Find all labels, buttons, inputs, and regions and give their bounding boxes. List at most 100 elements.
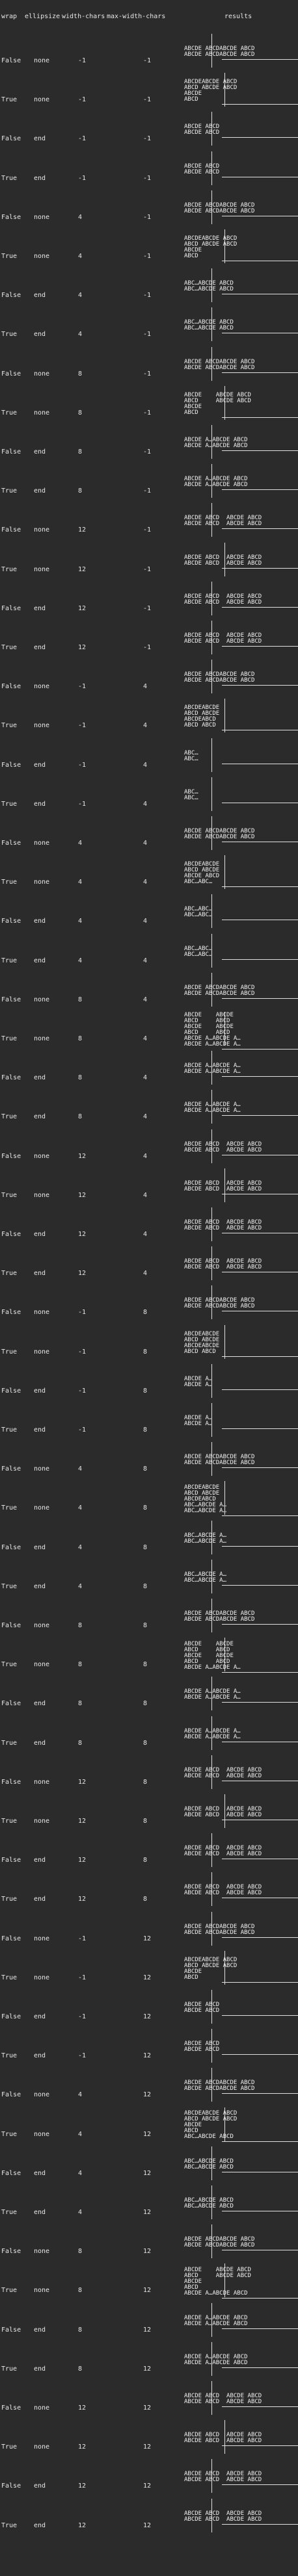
table-row: True end 12 12 ABCDE ABCD ABCDE ABCD ABCDE AB… — [0, 2497, 298, 2536]
width-guide-line — [224, 542, 225, 576]
width-guide-line — [224, 855, 225, 890]
wrap-cell: False — [1, 840, 21, 847]
width-chars-cell: 4 — [78, 1582, 83, 1590]
baseline-guide-line — [222, 646, 298, 647]
result-line: ABCD ABCD — [184, 722, 216, 729]
max-width-chars-cell: 8 — [143, 1387, 148, 1395]
baseline-guide-line — [222, 2015, 298, 2016]
result-line: ABCDE ABCD — [184, 2007, 220, 2014]
width-chars-cell: 12 — [78, 1270, 87, 1278]
result-sample: ABCDE ABCD ABCDE ABCD ABCDE ABCD ABCDE AB… — [184, 1167, 298, 1206]
result-line: ABC…ABCDE ABCD — [184, 325, 234, 332]
width-guide-line — [211, 268, 212, 303]
result-line: ABCDE ABCD ABCDE ABCD — [184, 1851, 262, 1858]
max-width-chars-cell: 12 — [143, 2091, 152, 2099]
baseline-guide-line — [222, 1389, 298, 1390]
width-chars-cell: 12 — [78, 1778, 87, 1786]
width-guide-line — [224, 2263, 225, 2298]
result-sample: ABC…ABC… ABC…ABC… — [184, 933, 298, 972]
max-width-chars-cell: -1 — [143, 487, 152, 495]
ellipsize-cell: none — [34, 370, 50, 378]
width-guide-line — [211, 1051, 212, 1085]
max-width-chars-cell: 4 — [143, 1231, 148, 1238]
wrap-cell: False — [1, 761, 21, 769]
max-width-chars-cell: -1 — [143, 174, 152, 182]
baseline-guide-line — [222, 1584, 298, 1586]
width-chars-cell: -1 — [78, 1974, 87, 1981]
ellipsize-cell: end — [34, 1113, 46, 1121]
wrap-cell: True — [1, 1270, 18, 1278]
wrap-cell: True — [1, 2521, 18, 2529]
table-row: True end -1 12 ABCDE ABCD ABCDE ABCD — [0, 2028, 298, 2067]
width-guide-line — [224, 2107, 225, 2141]
width-chars-cell: 8 — [78, 1622, 83, 1629]
result-line: ABCDE A…ABCDE ABCD — [184, 482, 248, 489]
wrap-cell: False — [1, 2248, 21, 2256]
max-width-chars-cell: 8 — [143, 1739, 148, 1747]
baseline-guide-line — [222, 1076, 298, 1077]
width-guide-line — [211, 2068, 212, 2102]
max-width-chars-cell: -1 — [143, 292, 152, 300]
width-chars-cell: 8 — [78, 2365, 83, 2373]
width-guide-line — [211, 972, 212, 1007]
result-sample: ABCDE ABCDE ABCD ABCD ABCDE ABCDE ABCD ABCD… — [184, 1636, 298, 1675]
max-width-chars-cell: 4 — [143, 1113, 148, 1121]
table-row: False none 4 -1 ABCDE ABCDABCDE ABCD ABCDE AB… — [0, 189, 298, 228]
width-guide-line — [224, 1481, 225, 1515]
result-sample: ABC…ABC… ABC…ABC… — [184, 893, 298, 932]
width-chars-cell: 12 — [78, 1231, 87, 1238]
result-sample: ABCDEABCDE ABCD ABCDE ABCDEABCDE ABCD ABCD — [184, 1324, 298, 1363]
width-chars-cell: 4 — [78, 2091, 83, 2099]
width-guide-line — [211, 1363, 212, 1398]
result-line: ABCDE A…ABCDE ABCD — [184, 2320, 248, 2327]
max-width-chars-cell: -1 — [143, 370, 152, 378]
baseline-guide-line — [222, 1545, 298, 1547]
width-guide-line — [211, 151, 212, 185]
result-line: ABCDE ABCD ABCDE ABCD — [184, 2438, 262, 2445]
width-chars-cell: 8 — [78, 1113, 83, 1121]
header-max-width-chars: max-width-chars — [107, 13, 166, 20]
wrap-cell: True — [1, 2287, 18, 2295]
table-row: True end 8 12 ABCDE A…ABCDE ABCD ABCDE A…ABCD… — [0, 2341, 298, 2380]
max-width-chars-cell: 12 — [143, 2365, 152, 2373]
baseline-guide-line — [222, 685, 298, 686]
result-sample: ABCDE ABCD ABCDE ABCD ABCDE ABCD ABCDE AB… — [184, 580, 298, 619]
result-sample: ABC…ABCDE ABCD ABC…ABCDE ABCD — [184, 267, 298, 306]
width-chars-cell: 12 — [78, 604, 87, 612]
result-line: ABCDE ABCDABCDE ABCD — [184, 2242, 255, 2249]
result-line: ABCDE ABCD ABCDE ABCD — [184, 2399, 262, 2405]
result-line: ABC…ABC… — [184, 912, 213, 919]
table-row: True none 12 8 ABCDE ABCD ABCDE ABCD ABCDE AB… — [0, 1793, 298, 1832]
result-sample: ABCDEABCDE ABCD ABCD ABCDE ABCD ABCDE ABCD — [184, 71, 298, 110]
result-line: ABCDE A…ABCDE A… — [184, 1107, 241, 1114]
ellipsize-cell: none — [34, 96, 50, 104]
width-guide-line — [211, 1677, 212, 1711]
result-line: ABCDE ABCDABCDE ABCD — [184, 364, 255, 371]
width-chars-cell: 4 — [78, 292, 83, 300]
ellipsize-cell: none — [34, 879, 50, 886]
table-row: False none 12 4 ABCDE ABCD ABCDE ABCD ABCDE A… — [0, 1128, 298, 1167]
result-sample: ABCDE ABCDABCDE ABCD ABCDE ABCDABCDE ABCD — [184, 2067, 298, 2106]
wrap-cell: True — [1, 565, 18, 573]
table-row: False none 12 -1 ABCDE ABCD ABCDE ABCD ABCDE … — [0, 502, 298, 541]
table-row: True none -1 4 ABCDEABCDE ABCD ABCDE ABCDEABCD… — [0, 697, 298, 736]
header-width-chars: width-chars — [62, 13, 105, 20]
baseline-guide-line — [222, 2297, 298, 2299]
max-width-chars-cell: 12 — [143, 2482, 152, 2490]
result-sample: ABCDE A…ABCDE A… ABCDE A…ABCDE A… — [184, 1715, 298, 1754]
width-guide-line — [224, 699, 225, 733]
width-guide-line — [211, 1559, 212, 1593]
ellipsize-cell: none — [34, 253, 50, 260]
result-line: ABCDE ABCDABCDE ABCD — [184, 1460, 255, 1467]
width-chars-cell: 12 — [78, 526, 87, 534]
result-sample: ABCDEABCDE ABCD ABCDE ABCDE ABCD ABC…ABC… — [184, 854, 298, 893]
ellipsize-cell: none — [34, 565, 50, 573]
table-row: False end 12 -1 ABCDE ABCD ABCDE ABCD ABCDE A… — [0, 580, 298, 619]
width-chars-cell: 4 — [78, 879, 83, 886]
max-width-chars-cell: 4 — [143, 800, 148, 808]
wrap-cell: False — [1, 2326, 21, 2334]
ellipsize-cell: end — [34, 1074, 46, 1082]
table-row: False none -1 12 ABCDE ABCDABCDE ABCD ABCDE A… — [0, 1911, 298, 1950]
baseline-guide-line — [222, 2141, 298, 2143]
ellipsize-cell: end — [34, 2521, 46, 2529]
